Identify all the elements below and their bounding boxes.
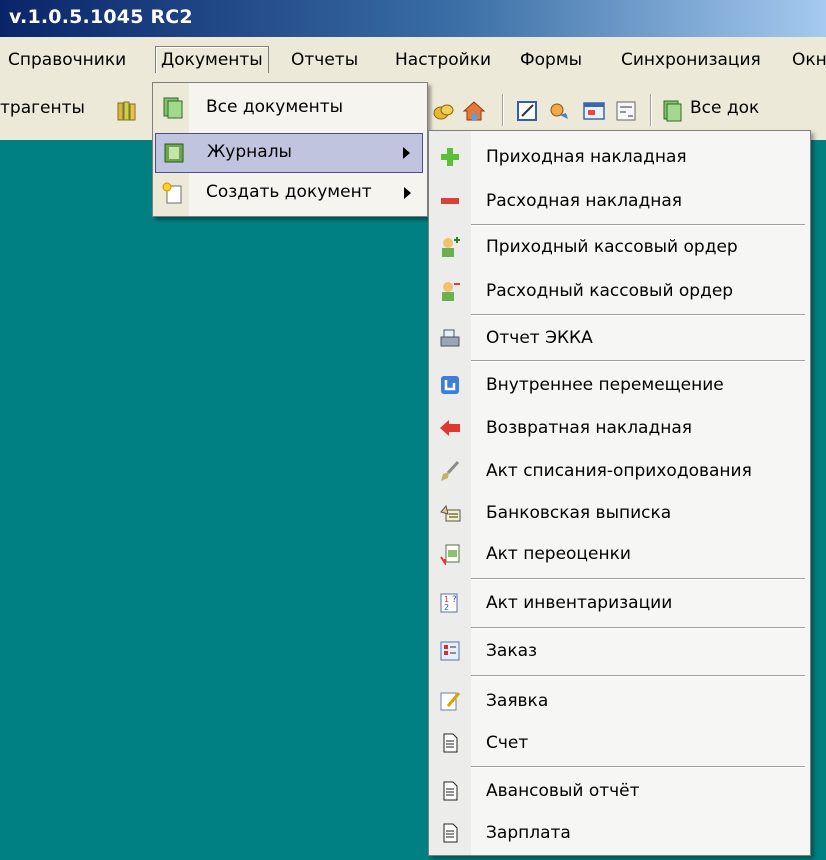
- menu-separator: [471, 675, 805, 677]
- menu-item-label: Приходный кассовый ордер: [486, 237, 738, 257]
- journals-submenu: Приходная накладная Расходная накладная …: [428, 130, 811, 856]
- title-bar: v.1.0.5.1045 RC2: [0, 0, 826, 37]
- menu-item-label: Внутреннее перемещение: [486, 375, 724, 395]
- menu-separator: [471, 360, 805, 362]
- svg-text:?: ?: [452, 595, 457, 605]
- menu-item-cash-expense-order[interactable]: Расходный кассовый ордер: [429, 273, 810, 309]
- edit-form-icon[interactable]: [516, 99, 540, 123]
- menu-item-label: Журналы: [207, 142, 292, 162]
- menu-item-label: Все документы: [206, 97, 344, 117]
- user-plus-icon: [442, 237, 460, 257]
- menu-separator: [471, 627, 805, 629]
- menu-item-cash-receipt-order[interactable]: Приходный кассовый ордер: [429, 229, 810, 265]
- menu-item-label: Акт инвентаризации: [486, 593, 673, 613]
- menu-item-outgoing-invoice[interactable]: Расходная накладная: [429, 183, 810, 219]
- menu-item-return-invoice[interactable]: Возвратная накладная: [429, 410, 810, 446]
- internal-move-icon: [441, 376, 459, 394]
- menu-item-label: Акт переоценки: [486, 544, 631, 564]
- menu-sinkhronizatsiya[interactable]: Синхронизация: [615, 47, 767, 73]
- transfer-icon[interactable]: [548, 99, 572, 123]
- menu-item-journals[interactable]: Журналы: [155, 133, 423, 173]
- document-page-icon: [443, 733, 458, 753]
- menu-item-bank-statement[interactable]: Банковская выписка: [429, 495, 810, 531]
- submenu-arrow-icon: [404, 187, 411, 199]
- journal-book-icon: [164, 143, 184, 163]
- toolbar-all-docs-label[interactable]: Все док: [690, 98, 759, 118]
- bank-statement-icon: [440, 504, 461, 522]
- menu-item-label: Приходная накладная: [486, 147, 687, 167]
- user-minus-icon: [442, 282, 460, 301]
- coins-icon[interactable]: [432, 99, 456, 123]
- menu-otchety[interactable]: Отчеты: [285, 47, 364, 73]
- menu-item-label: Заказ: [486, 641, 538, 661]
- home-icon[interactable]: [462, 99, 486, 123]
- documents-stack-icon[interactable]: [660, 99, 684, 123]
- menu-item-write-off-act[interactable]: Акт списания-оприходования: [429, 453, 810, 489]
- books-icon[interactable]: [116, 99, 140, 123]
- menu-item-revaluation-act[interactable]: Акт переоценки: [429, 536, 810, 572]
- menu-item-inventory-act[interactable]: 1 2 ? Акт инвентаризации: [429, 585, 810, 621]
- menu-separator: [471, 578, 805, 580]
- menu-item-order[interactable]: Заказ: [429, 633, 810, 669]
- menu-item-label: Возвратная накладная: [486, 418, 692, 438]
- menu-item-label: Расходная накладная: [486, 191, 682, 211]
- menu-item-label: Зарплата: [486, 823, 571, 843]
- menu-item-label: Создать документ: [206, 182, 372, 202]
- documents-stack-icon: [163, 97, 183, 119]
- menu-item-label: Акт списания-оприходования: [486, 461, 752, 481]
- menu-item-all-documents[interactable]: Все документы: [155, 89, 423, 127]
- document-page-icon: [443, 823, 458, 843]
- menu-spravochniki[interactable]: Справочники: [2, 47, 132, 73]
- menu-item-incoming-invoice[interactable]: Приходная накладная: [429, 139, 810, 175]
- menu-item-label: Отчет ЭККА: [486, 328, 593, 348]
- return-arrow-icon: [440, 420, 460, 436]
- menu-item-label: Авансовый отчёт: [486, 781, 640, 801]
- new-document-icon: [162, 182, 182, 204]
- revaluation-icon: [440, 544, 460, 565]
- menu-item-internal-move[interactable]: Внутреннее перемещение: [429, 367, 810, 403]
- minus-red-icon: [441, 198, 459, 204]
- menu-formy[interactable]: Формы: [514, 47, 588, 73]
- document-page-icon: [443, 781, 458, 801]
- menu-bar: Справочники Документы Отчеты Настройки Ф…: [0, 37, 826, 83]
- menu-item-create-document[interactable]: Создать документ: [155, 174, 423, 212]
- toolbar-separator: [502, 94, 504, 126]
- cash-register-icon: [440, 329, 460, 347]
- brush-icon: [441, 460, 460, 481]
- window-title: v.1.0.5.1045 RC2: [9, 6, 193, 28]
- menu-separator: [471, 766, 805, 768]
- toolbar-contractors-label[interactable]: трагенты: [0, 98, 85, 118]
- svg-text:2: 2: [444, 603, 449, 612]
- menu-item-label: Счет: [486, 733, 529, 753]
- menu-item-label: Расходный кассовый ордер: [486, 281, 734, 301]
- window-form-icon[interactable]: [582, 99, 606, 123]
- documents-menu: Все документы Журналы Создать документ: [152, 82, 428, 217]
- menu-item-label: Заявка: [486, 691, 549, 711]
- request-pencil-icon: [440, 692, 461, 711]
- submenu-arrow-icon: [403, 147, 410, 159]
- toolbar-separator: [650, 94, 652, 126]
- menu-item-salary[interactable]: Зарплата: [429, 815, 810, 851]
- calculator-icon[interactable]: [614, 99, 638, 123]
- inventory-icon: 1 2 ?: [440, 593, 458, 613]
- plus-green-icon: [441, 148, 459, 166]
- menu-item-invoice[interactable]: Счет: [429, 725, 810, 761]
- order-form-icon: [440, 641, 460, 661]
- menu-separator: [471, 314, 805, 316]
- menu-item-ekka-report[interactable]: Отчет ЭККА: [429, 320, 810, 356]
- menu-item-request[interactable]: Заявка: [429, 683, 810, 719]
- menu-item-advance-report[interactable]: Авансовый отчёт: [429, 773, 810, 809]
- menu-dokumenty[interactable]: Документы: [155, 46, 269, 73]
- menu-nastroyki[interactable]: Настройки: [389, 47, 497, 73]
- menu-item-label: Банковская выписка: [486, 503, 672, 523]
- menu-okna[interactable]: Окн: [786, 47, 826, 73]
- menu-separator: [471, 224, 805, 226]
